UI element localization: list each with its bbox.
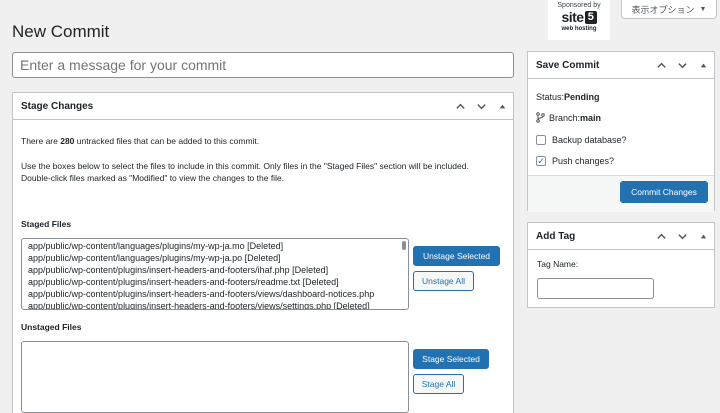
move-down-icon[interactable] [471, 93, 492, 119]
save-commit-panel: Save Commit Status: Pending Branch: main… [527, 51, 715, 212]
push-changes-label[interactable]: Push changes? [552, 156, 614, 166]
unstaged-files-list[interactable] [21, 341, 409, 413]
push-row[interactable]: ✓ Push changes? [536, 156, 614, 166]
save-commit-title: Save Commit [536, 59, 600, 71]
unstage-all-button[interactable]: Unstage All [413, 271, 474, 291]
status-value: Pending [564, 92, 600, 102]
staged-file-item[interactable]: app/public/wp-content/plugins/insert-hea… [22, 288, 408, 300]
branch-label: Branch: [549, 112, 581, 123]
add-tag-header: Add Tag [528, 223, 714, 250]
tag-name-input[interactable] [537, 278, 654, 299]
staged-file-item[interactable]: app/public/wp-content/plugins/insert-hea… [22, 276, 408, 288]
screen-options-button[interactable]: 表示オプション ▼ [621, 0, 717, 19]
save-commit-header: Save Commit [528, 52, 714, 79]
stage-all-button[interactable]: Stage All [413, 374, 464, 394]
screen-options-label: 表示オプション [631, 4, 695, 15]
staged-file-item[interactable]: app/public/wp-content/plugins/insert-hea… [22, 264, 408, 276]
sponsor-badge[interactable]: Sponsored by site 5 web hosting [548, 0, 610, 40]
stage-changes-header: Stage Changes [13, 93, 513, 120]
page-title: New Commit [12, 22, 110, 41]
move-down-icon[interactable] [672, 223, 693, 249]
stage-changes-title: Stage Changes [21, 100, 94, 112]
branch-icon [536, 112, 545, 123]
site5-logo-sub: web hosting [561, 26, 597, 32]
staged-file-item[interactable]: app/public/wp-content/languages/plugins/… [22, 252, 408, 264]
move-up-icon[interactable] [651, 223, 672, 249]
toggle-panel-icon[interactable] [693, 223, 714, 249]
staged-file-item[interactable]: app/public/wp-content/plugins/insert-hea… [22, 300, 408, 309]
save-commit-footer: Commit Changes [528, 175, 714, 212]
branch-row: Branch: main [536, 112, 601, 123]
scrollbar-thumb[interactable] [402, 241, 406, 250]
staged-file-item[interactable]: app/public/wp-content/languages/plugins/… [22, 240, 408, 252]
tag-name-label: Tag Name: [537, 259, 579, 269]
backup-database-label[interactable]: Backup database? [552, 135, 627, 145]
sponsor-text: Sponsored by [557, 2, 601, 9]
commit-message-input[interactable] [12, 52, 514, 78]
move-down-icon[interactable] [672, 52, 693, 78]
status-row: Status: Pending [536, 92, 600, 102]
unstage-selected-button[interactable]: Unstage Selected [413, 246, 500, 266]
site5-logo: site 5 [561, 9, 597, 25]
add-tag-panel: Add Tag Tag Name: [527, 222, 715, 308]
add-tag-title: Add Tag [536, 230, 576, 242]
move-up-icon[interactable] [651, 52, 672, 78]
staged-files-list[interactable]: app/public/wp-content/languages/plugins/… [21, 238, 409, 310]
untracked-count: 280 [60, 136, 75, 146]
staged-files-heading: Staged Files [21, 219, 72, 229]
push-changes-checkbox[interactable]: ✓ [536, 156, 546, 166]
move-up-icon[interactable] [450, 93, 471, 119]
toggle-panel-icon[interactable] [693, 52, 714, 78]
unstaged-files-heading: Unstaged Files [21, 322, 82, 332]
backup-database-checkbox[interactable] [536, 135, 546, 145]
caret-down-icon: ▼ [699, 5, 707, 13]
stage-selected-button[interactable]: Stage Selected [413, 349, 489, 369]
instructions-text: Use the boxes below to select the files … [21, 161, 469, 183]
untracked-count-text: There are 280 untracked files that can b… [21, 136, 260, 146]
commit-changes-button[interactable]: Commit Changes [620, 181, 708, 203]
toggle-panel-icon[interactable] [492, 93, 513, 119]
backup-row[interactable]: Backup database? [536, 135, 627, 145]
branch-value: main [580, 112, 602, 123]
status-label: Status: [536, 92, 565, 102]
stage-changes-panel: Stage Changes There are 280 untracked fi… [12, 92, 514, 413]
